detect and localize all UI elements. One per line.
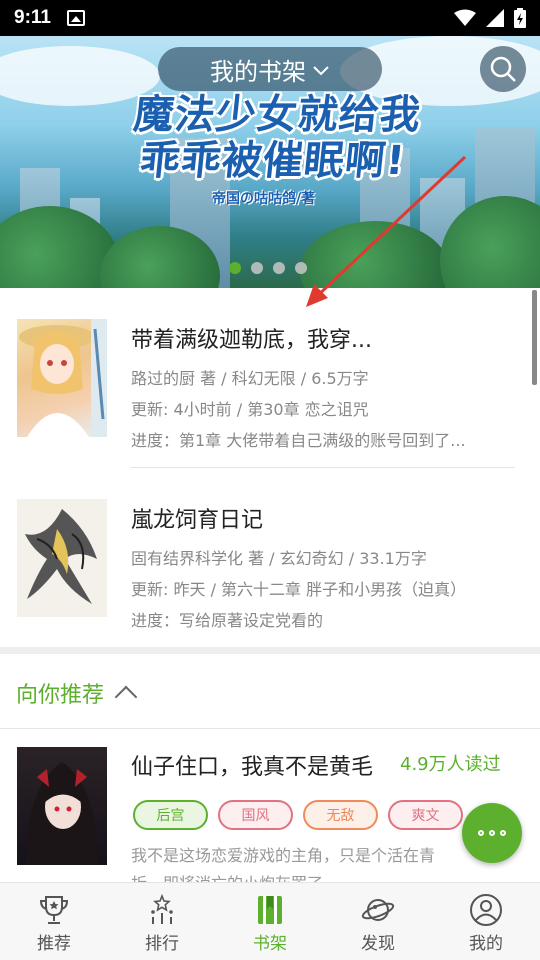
signal-icon xyxy=(486,9,504,27)
wifi-icon xyxy=(454,9,476,26)
search-button[interactable] xyxy=(480,46,526,92)
book-progress: 进度：第1章 大佬带着自己满级的账号回到了... xyxy=(131,431,466,450)
recommend-book-title[interactable]: 仙子住口，我真不是黄毛 xyxy=(131,749,373,781)
user-icon xyxy=(470,894,502,926)
carousel-indicator xyxy=(229,262,307,274)
nav-tab-recommend[interactable]: 推荐 xyxy=(0,883,108,960)
nav-label: 书架 xyxy=(253,934,287,954)
tag-invincible[interactable]: 无敌 xyxy=(303,800,378,830)
image-notification-icon xyxy=(66,10,85,26)
dot-icon xyxy=(478,830,484,836)
nav-tab-ranking[interactable]: 排行 xyxy=(108,883,216,960)
book-info: 路过的厨 著 / 科幻无限 / 6.5万字 xyxy=(131,369,369,388)
book-update: 更新: 昨天 / 第六十二章 胖子和小男孩（迫真） xyxy=(131,580,467,599)
banner-author: 帝国の咕咕鸽/著 xyxy=(212,191,316,207)
tag-harem[interactable]: 后宫 xyxy=(133,800,208,830)
more-options-button[interactable] xyxy=(462,803,522,863)
banner-title-line1: 魔法少女就给我 xyxy=(131,92,424,138)
book-cover xyxy=(17,747,107,865)
recommend-header[interactable]: 向你推荐 xyxy=(16,677,138,709)
section-divider xyxy=(0,647,540,654)
shelf-selector-button[interactable]: 我的书架 xyxy=(158,47,382,91)
book-title: 嵐龙饲育日记 xyxy=(131,508,264,533)
ranking-icon xyxy=(151,893,173,924)
battery-icon xyxy=(514,8,526,28)
nav-tab-bookshelf[interactable]: 书架 xyxy=(216,883,324,960)
banner-title: 魔法少女就给我 乖乖被催眠啊! xyxy=(115,92,435,184)
carousel-dot[interactable] xyxy=(251,262,263,274)
nav-label: 我的 xyxy=(469,934,503,954)
status-time: 9:11 xyxy=(14,7,51,28)
status-icons xyxy=(454,8,526,28)
carousel-dot[interactable] xyxy=(273,262,285,274)
shelf-book-item[interactable]: 带着满级迦勒底，我穿... 路过的厨 著 / 科幻无限 / 6.5万字 更新: … xyxy=(0,288,540,468)
banner-title-line2: 乖乖被催眠啊! xyxy=(137,138,408,184)
nav-label: 发现 xyxy=(361,934,395,954)
dot-icon xyxy=(500,830,506,836)
book-cover xyxy=(17,319,107,437)
book-progress: 进度：写给原著设定党看的 xyxy=(131,611,324,630)
recommend-read-count: 4.9万人读过 xyxy=(400,754,501,775)
planet-icon xyxy=(361,899,395,921)
shelf-book-item[interactable]: 嵐龙饲育日记 固有结界科学化 著 / 玄幻奇幻 / 33.1万字 更新: 昨天 … xyxy=(0,468,540,648)
carousel-dot[interactable] xyxy=(229,262,241,274)
bottom-navigation: 推荐 排行 书架 发现 我的 xyxy=(0,882,540,960)
book-info: 固有结界科学化 著 / 玄幻奇幻 / 33.1万字 xyxy=(131,549,427,568)
shelf-label: 我的书架 xyxy=(210,57,306,86)
nav-label: 排行 xyxy=(145,934,179,954)
tag-guofeng[interactable]: 国风 xyxy=(218,800,293,830)
bookshelf-icon xyxy=(258,896,282,924)
carousel-dot[interactable] xyxy=(295,262,307,274)
book-update: 更新: 4小时前 / 第30章 恋之诅咒 xyxy=(131,400,369,419)
nav-tab-discover[interactable]: 发现 xyxy=(324,883,432,960)
nav-tab-mine[interactable]: 我的 xyxy=(432,883,540,960)
dot-icon xyxy=(489,830,495,836)
chevron-up-icon xyxy=(114,685,138,709)
recommend-title: 向你推荐 xyxy=(16,683,105,708)
nav-label: 推荐 xyxy=(37,934,71,954)
book-title: 带着满级迦勒底，我穿... xyxy=(131,328,372,353)
status-bar: 9:11 xyxy=(0,0,540,36)
chevron-down-icon xyxy=(312,62,330,81)
recommend-description: 我不是这场恋爱游戏的主角，只是个活在青 xyxy=(131,846,436,865)
tag-shuangwen[interactable]: 爽文 xyxy=(388,800,463,830)
trophy-icon xyxy=(39,896,69,924)
search-icon xyxy=(490,56,516,82)
book-cover xyxy=(17,499,107,617)
